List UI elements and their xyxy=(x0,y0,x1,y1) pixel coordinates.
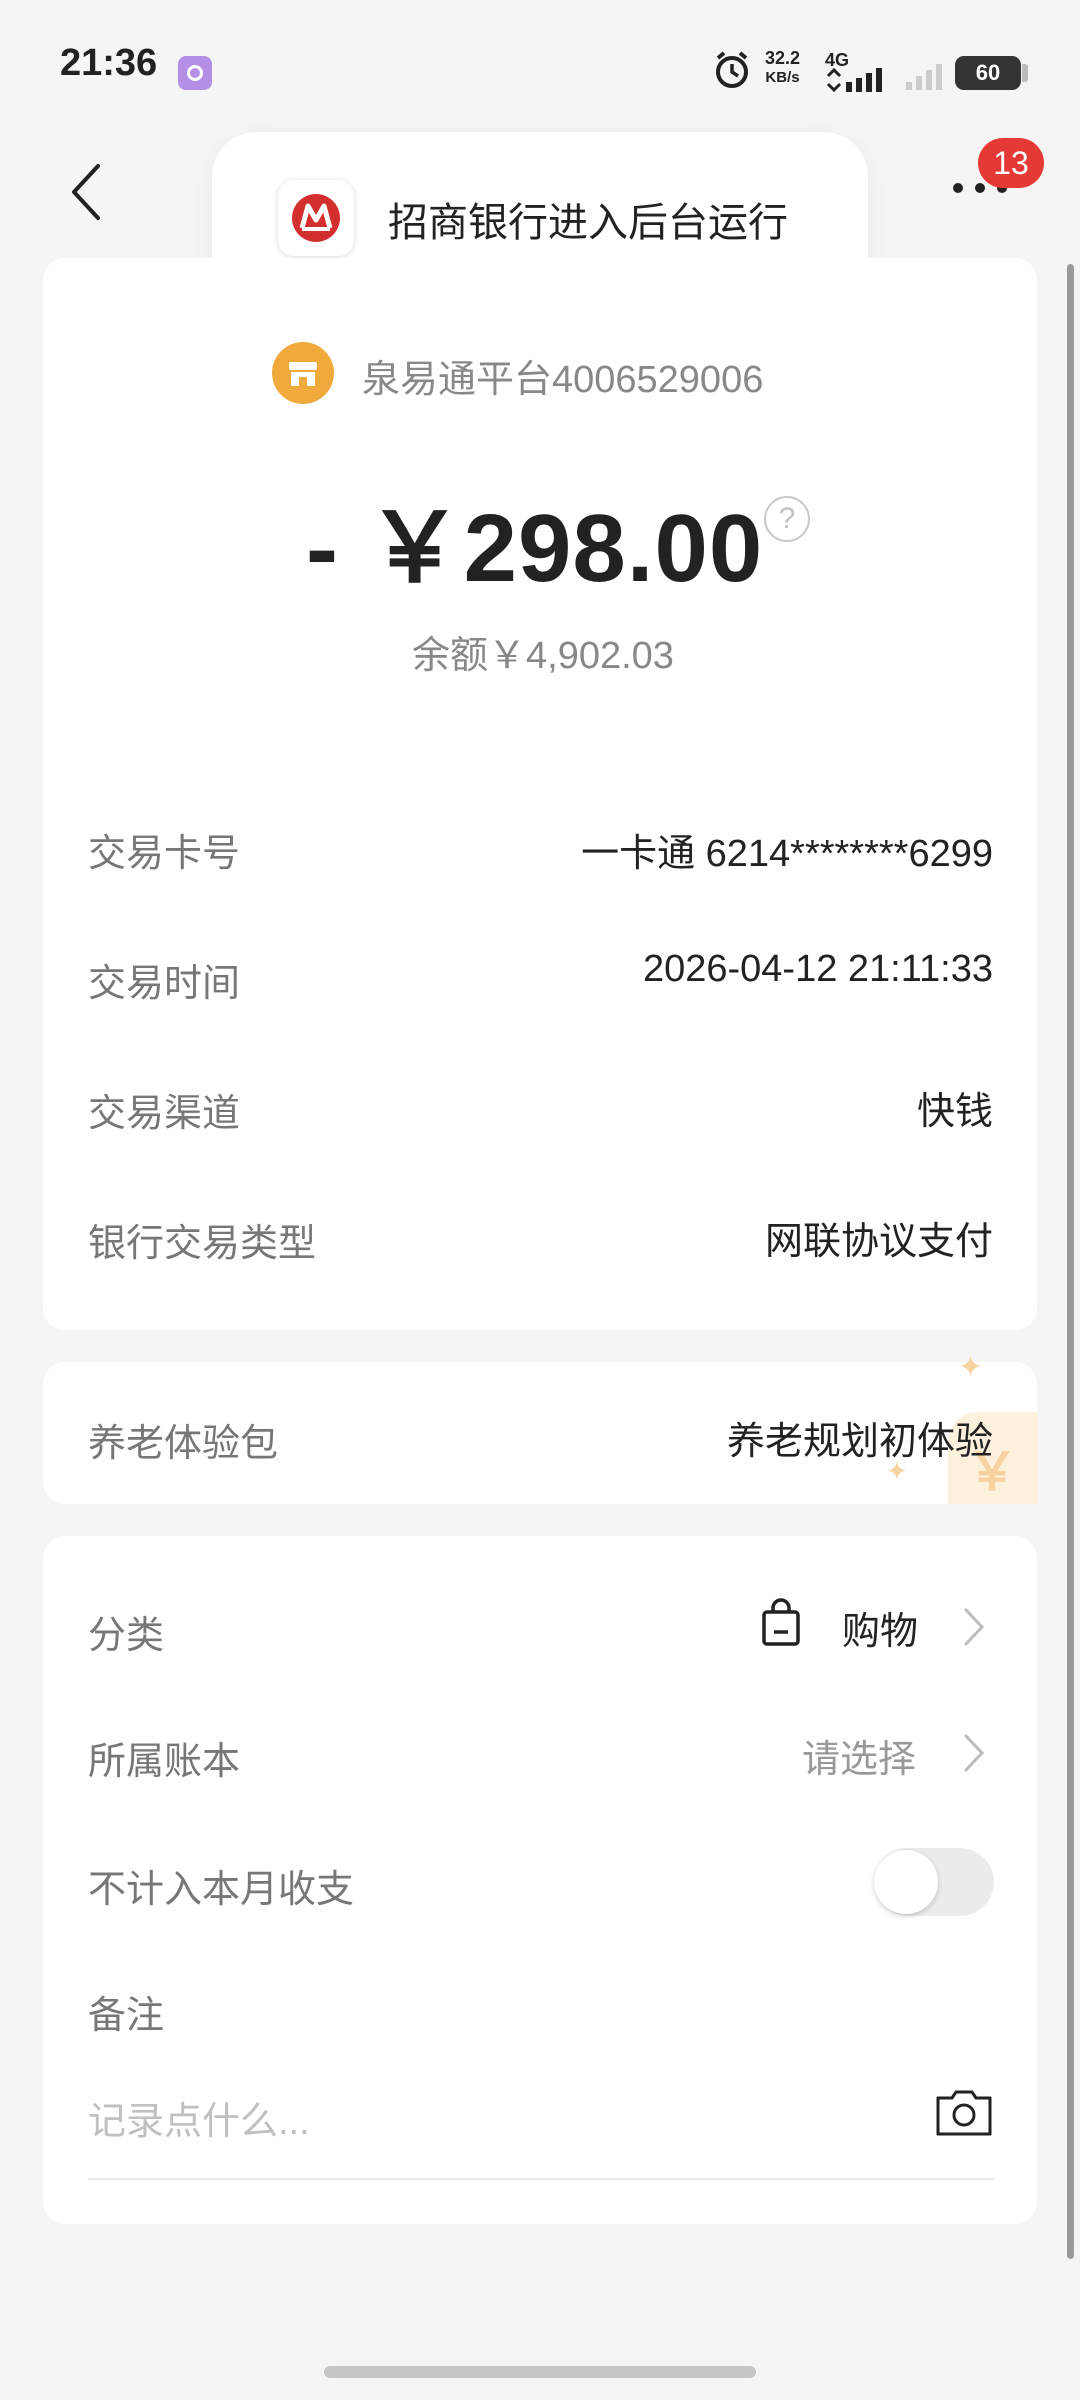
status-time: 21:36 xyxy=(60,42,158,84)
toast-message: 招商银行进入后台运行 xyxy=(388,201,788,245)
exclude-month-label: 不计入本月收支 xyxy=(88,1869,355,1911)
sparkle-icon: ✦ xyxy=(958,1351,984,1384)
exclude-month-toggle[interactable] xyxy=(874,1848,994,1916)
cmb-logo-icon xyxy=(278,180,354,256)
ledger-label: 所属账本 xyxy=(88,1741,241,1783)
note-input[interactable]: 记录点什么... xyxy=(88,2090,310,2145)
bank-type-label: 银行交易类型 xyxy=(88,1223,317,1265)
help-icon[interactable]: ? xyxy=(764,496,810,542)
category-label: 分类 xyxy=(88,1615,165,1657)
chevron-right-icon[interactable] xyxy=(962,1732,986,1774)
card-number-label: 交易卡号 xyxy=(88,833,241,875)
shopping-bag-icon xyxy=(762,1598,800,1646)
note-label: 备注 xyxy=(88,1995,165,2037)
transaction-time-value: 2026-04-12 21:11:33 xyxy=(642,948,993,990)
notification-badge: 13 xyxy=(978,138,1044,188)
pension-label: 养老体验包 xyxy=(88,1423,279,1465)
ledger-value[interactable]: 请选择 xyxy=(802,1728,916,1783)
scrollbar[interactable] xyxy=(1067,264,1074,2259)
card-number-value: 一卡通 6214********6299 xyxy=(581,833,993,875)
home-indicator[interactable] xyxy=(324,2366,756,2378)
notification-app-icon xyxy=(178,56,212,90)
back-icon[interactable] xyxy=(66,160,106,224)
net-speed: 32.2 KB/s xyxy=(765,48,800,88)
net-speed-unit: KB/s xyxy=(765,69,800,86)
transaction-amount: - ￥298.00 xyxy=(306,495,764,602)
transaction-time-label: 交易时间 xyxy=(88,963,241,1005)
note-underline xyxy=(88,2178,994,2180)
battery-indicator: 60 xyxy=(955,56,1021,90)
merchant-name: 泉易通平台4006529006 xyxy=(362,359,764,401)
transaction-card xyxy=(43,258,1037,1330)
bank-type-value: 网联协议支付 xyxy=(764,1221,993,1263)
balance: 余额￥4,902.03 xyxy=(412,635,674,677)
signal-icon xyxy=(826,67,882,93)
battery-tip xyxy=(1022,64,1028,82)
pension-value[interactable]: 养老规划初体验 xyxy=(727,1410,993,1465)
channel-label: 交易渠道 xyxy=(88,1093,241,1135)
camera-icon[interactable] xyxy=(934,2086,994,2138)
toggle-knob xyxy=(874,1850,938,1914)
signal-weak-icon xyxy=(906,64,942,90)
chevron-right-icon[interactable] xyxy=(962,1606,986,1648)
category-value[interactable]: 购物 xyxy=(842,1600,918,1655)
channel-value: 快钱 xyxy=(916,1091,993,1133)
net-speed-value: 32.2 xyxy=(765,48,801,68)
store-icon xyxy=(272,342,334,404)
alarm-icon xyxy=(716,51,748,88)
